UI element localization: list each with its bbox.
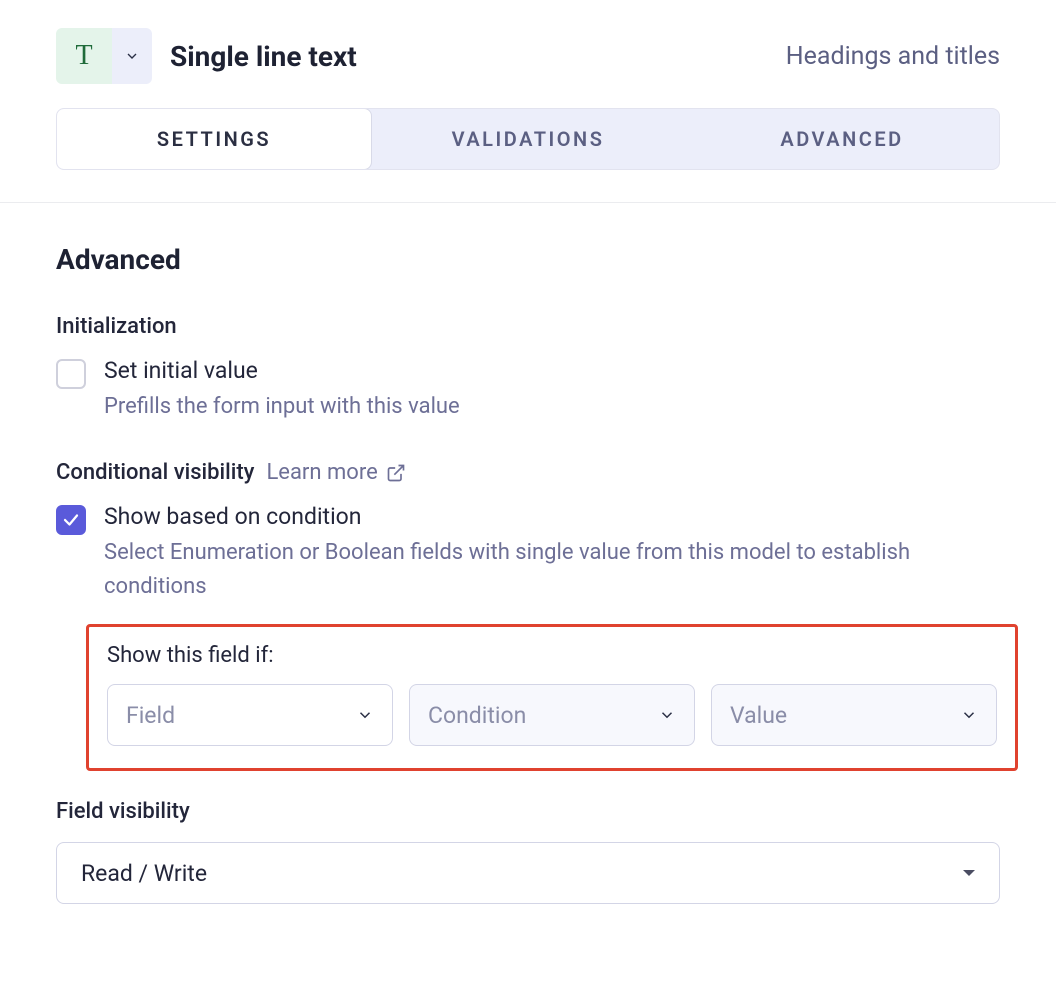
condition-operator-placeholder: Condition [428,702,526,729]
tab-advanced[interactable]: ADVANCED [685,109,999,169]
condition-operator-select[interactable]: Condition [409,684,695,746]
initialization-label: Initialization [56,314,1000,339]
chevron-down-icon [356,706,374,724]
field-visibility-select[interactable]: Read / Write [56,842,1000,904]
learn-more-link[interactable]: Learn more [266,460,405,485]
chevron-down-icon [658,706,676,724]
field-visibility-label: Field visibility [56,799,1000,824]
condition-field-placeholder: Field [126,702,175,729]
page-title: Single line text [170,40,357,73]
condition-value-select[interactable]: Value [711,684,997,746]
condition-value-placeholder: Value [730,702,787,729]
condition-config-highlight: Show this field if: Field Condition Valu… [86,624,1018,771]
field-visibility-value: Read / Write [81,860,207,887]
type-letter-badge: T [56,28,112,84]
panel-heading: Advanced [56,243,1000,276]
show-based-on-condition-desc: Select Enumeration or Boolean fields wit… [104,536,1000,604]
condition-field-select[interactable]: Field [107,684,393,746]
set-initial-value-checkbox[interactable] [56,359,86,389]
show-this-field-if-label: Show this field if: [107,643,997,668]
set-initial-value-desc: Prefills the form input with this value [104,390,460,424]
tab-validations[interactable]: VALIDATIONS [371,109,685,169]
caret-down-icon [963,870,975,876]
set-initial-value-title: Set initial value [104,357,460,384]
tabs: SETTINGS VALIDATIONS ADVANCED [56,108,1000,170]
header: T Single line text Headings and titles [0,0,1056,108]
check-icon [62,511,80,529]
external-link-icon [386,463,406,483]
chevron-down-icon [124,48,140,64]
conditional-visibility-label: Conditional visibility [56,460,254,485]
show-based-on-condition-checkbox[interactable] [56,505,86,535]
type-dropdown-toggle[interactable] [112,28,152,84]
tab-settings[interactable]: SETTINGS [56,108,372,170]
chevron-down-icon [960,706,978,724]
field-type-selector[interactable]: T [56,28,152,84]
breadcrumb: Headings and titles [786,42,1000,71]
show-based-on-condition-title: Show based on condition [104,503,1000,530]
learn-more-text: Learn more [266,460,377,485]
